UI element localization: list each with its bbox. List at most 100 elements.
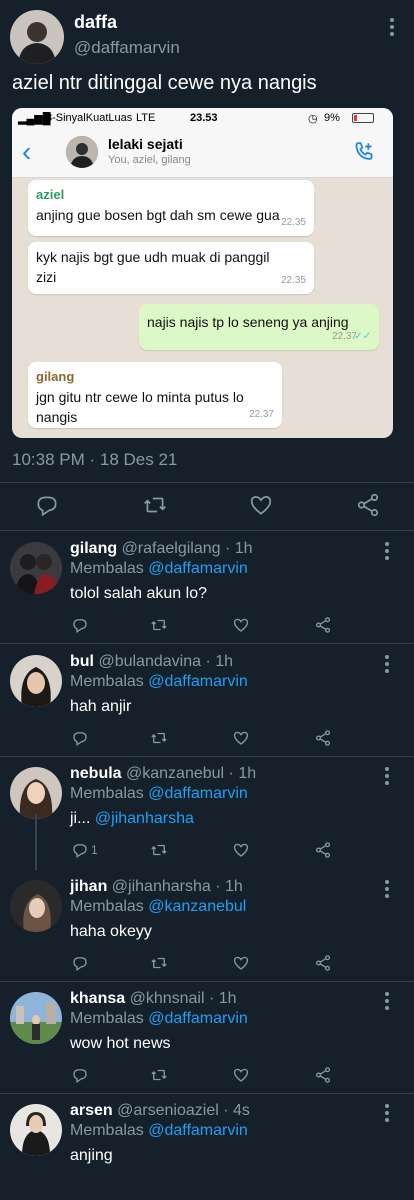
replying-to: Membalas @daffamarvin <box>70 1122 248 1140</box>
share-icon[interactable] <box>314 1066 332 1084</box>
carrier-label: 3-SinyalKuatLuas <box>46 112 133 124</box>
alarm-icon: ◷ <box>308 113 318 125</box>
reply-icon[interactable] <box>71 954 89 972</box>
avatar[interactable] <box>10 767 62 819</box>
replying-mention[interactable]: @daffamarvin <box>148 560 248 577</box>
more-icon[interactable] <box>385 767 389 785</box>
replying-mention[interactable]: @daffamarvin <box>148 785 248 802</box>
retweet-icon[interactable] <box>150 616 168 634</box>
share-icon[interactable] <box>355 492 381 518</box>
reply-author-handle[interactable]: @bulandavina <box>98 653 201 670</box>
reply-tweet[interactable]: arsen @arsenioaziel · 4s Membalas @daffa… <box>0 1094 414 1200</box>
reply-author-name[interactable]: nebula <box>70 765 122 782</box>
like-icon[interactable] <box>248 492 274 518</box>
reply-author-name[interactable]: bul <box>70 653 94 670</box>
author-avatar[interactable] <box>10 10 64 64</box>
message-sender: aziel <box>36 187 65 202</box>
replying-label: Membalas <box>70 673 144 690</box>
replying-mention[interactable]: @daffamarvin <box>148 1010 248 1027</box>
more-icon[interactable] <box>385 992 389 1010</box>
reply-actions <box>0 1066 414 1088</box>
reply-text: wow hot news <box>70 1035 171 1052</box>
message-bubble[interactable]: aziel anjing gue bosen bgt dah sm cewe g… <box>28 180 314 236</box>
reply-time[interactable]: 4s <box>233 1102 250 1119</box>
message-text: jgn gitu ntr cewe lo minta putus lo nang… <box>36 389 244 425</box>
reply-icon[interactable] <box>71 1066 89 1084</box>
reply-author-name[interactable]: jihan <box>70 878 107 895</box>
reply-author-name[interactable]: arsen <box>70 1102 113 1119</box>
message-bubble[interactable]: gilang jgn gitu ntr cewe lo minta putus … <box>28 362 282 428</box>
tweet-timestamp[interactable]: 10:38 PM · 18 Des 21 <box>12 450 177 470</box>
back-icon[interactable]: ‹ <box>22 138 31 166</box>
divider <box>0 643 414 644</box>
call-icon[interactable] <box>351 140 377 166</box>
more-icon[interactable] <box>390 18 394 36</box>
author-handle[interactable]: @daffamarvin <box>74 38 180 58</box>
more-icon[interactable] <box>385 542 389 560</box>
divider <box>0 482 414 483</box>
reply-actions <box>0 729 414 751</box>
message-bubble[interactable]: najis najis tp lo seneng ya anjing 22.37… <box>139 304 379 350</box>
reply-tweet[interactable]: gilang @rafaelgilang · 1h Membalas @daff… <box>0 532 414 644</box>
retweet-icon[interactable] <box>150 954 168 972</box>
reply-author-handle[interactable]: @khnsnail <box>130 990 205 1007</box>
like-icon[interactable] <box>232 954 250 972</box>
replying-mention[interactable]: @daffamarvin <box>148 1122 248 1139</box>
group-avatar[interactable] <box>66 136 98 168</box>
replying-mention[interactable]: @daffamarvin <box>148 673 248 690</box>
share-icon[interactable] <box>314 841 332 859</box>
thread-connector <box>35 814 37 870</box>
share-icon[interactable] <box>314 616 332 634</box>
tweet-actions <box>0 492 414 522</box>
message-sender: gilang <box>36 369 75 384</box>
reply-tweet[interactable]: khansa @khnsnail · 1h Membalas @daffamar… <box>0 982 414 1094</box>
reply-mention[interactable]: @jihanharsha <box>95 810 194 827</box>
reply-author-name[interactable]: gilang <box>70 540 117 557</box>
replying-to: Membalas @daffamarvin <box>70 673 248 691</box>
reply-time[interactable]: 1h <box>215 653 233 670</box>
like-icon[interactable] <box>232 1066 250 1084</box>
avatar[interactable] <box>10 992 62 1044</box>
message-bubble[interactable]: kyk najis bgt gue udh muak di panggil zi… <box>28 242 314 294</box>
reply-icon[interactable] <box>71 616 89 634</box>
share-icon[interactable] <box>314 729 332 747</box>
author-name[interactable]: daffa <box>74 12 117 33</box>
more-icon[interactable] <box>385 655 389 673</box>
reply-author-handle[interactable]: @arsenioaziel <box>117 1102 219 1119</box>
retweet-icon[interactable] <box>150 841 168 859</box>
retweet-icon[interactable] <box>150 1066 168 1084</box>
avatar[interactable] <box>10 880 62 932</box>
like-icon[interactable] <box>232 616 250 634</box>
reply-tweet[interactable]: nebula @kanzanebul · 1h Membalas @daffam… <box>0 757 414 869</box>
share-icon[interactable] <box>314 954 332 972</box>
reply-icon[interactable] <box>34 492 60 518</box>
reply-icon[interactable] <box>71 841 89 859</box>
reply-tweet[interactable]: bul @bulandavina · 1h Membalas @daffamar… <box>0 645 414 757</box>
avatar[interactable] <box>10 1104 62 1156</box>
reply-icon[interactable] <box>71 729 89 747</box>
retweet-icon[interactable] <box>150 729 168 747</box>
reply-author-handle[interactable]: @jihanharsha <box>112 878 211 895</box>
avatar[interactable] <box>10 655 62 707</box>
reply-author-handle[interactable]: @kanzanebul <box>126 765 224 782</box>
replying-label: Membalas <box>70 785 144 802</box>
reply-text: anjing <box>70 1147 113 1164</box>
message-text: kyk najis bgt gue udh muak di panggil zi… <box>36 249 270 285</box>
reply-time[interactable]: 1h <box>219 990 237 1007</box>
reply-time[interactable]: 1h <box>238 765 256 782</box>
like-icon[interactable] <box>232 729 250 747</box>
reply-tweet[interactable]: jihan @jihanharsha · 1h Membalas @kanzan… <box>0 870 414 982</box>
reply-author-handle[interactable]: @rafaelgilang <box>122 540 221 557</box>
reply-author-name[interactable]: khansa <box>70 990 125 1007</box>
reply-time[interactable]: 1h <box>225 878 243 895</box>
retweet-icon[interactable] <box>142 492 168 518</box>
reply-time[interactable]: 1h <box>235 540 253 557</box>
attached-image[interactable]: ▂▄▆█ 3-SinyalKuatLuas LTE 23.53 ◷ 9% ‹ l… <box>12 108 393 438</box>
separator: · <box>220 540 235 557</box>
chat-title[interactable]: lelaki sejati <box>108 136 183 152</box>
replying-mention[interactable]: @kanzanebul <box>148 898 246 915</box>
like-icon[interactable] <box>232 841 250 859</box>
more-icon[interactable] <box>385 1104 389 1122</box>
avatar[interactable] <box>10 542 62 594</box>
more-icon[interactable] <box>385 880 389 898</box>
